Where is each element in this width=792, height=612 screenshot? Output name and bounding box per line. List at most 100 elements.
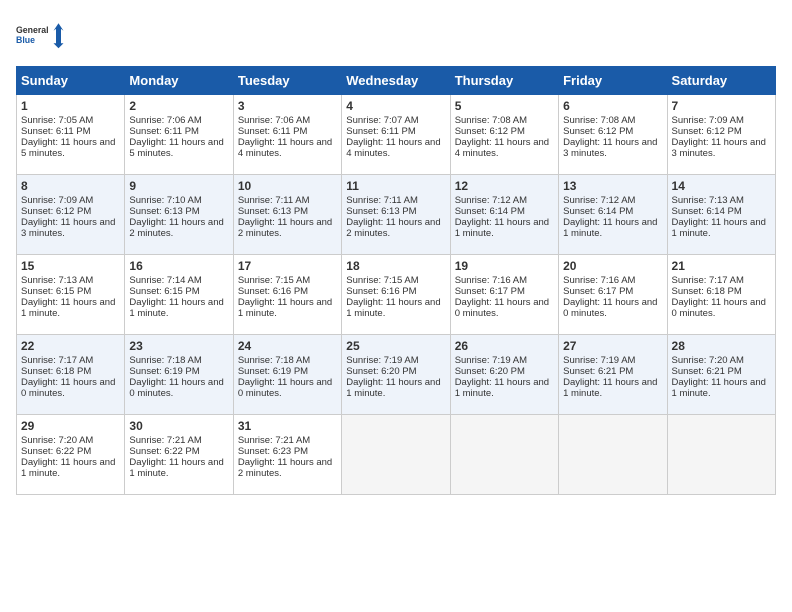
day-cell: 8Sunrise: 7:09 AMSunset: 6:12 PMDaylight… bbox=[17, 175, 125, 255]
daylight: Daylight: 11 hours and 1 minute. bbox=[21, 297, 115, 319]
sunrise: Sunrise: 7:11 AM bbox=[346, 195, 418, 206]
daylight: Daylight: 11 hours and 0 minutes. bbox=[455, 297, 549, 319]
day-number: 3 bbox=[238, 99, 337, 113]
col-header-saturday: Saturday bbox=[667, 67, 775, 95]
sunset: Sunset: 6:22 PM bbox=[21, 446, 91, 457]
daylight: Daylight: 11 hours and 2 minutes. bbox=[238, 457, 332, 479]
day-number: 2 bbox=[129, 99, 228, 113]
day-cell: 27Sunrise: 7:19 AMSunset: 6:21 PMDayligh… bbox=[559, 335, 667, 415]
day-cell: 20Sunrise: 7:16 AMSunset: 6:17 PMDayligh… bbox=[559, 255, 667, 335]
sunset: Sunset: 6:20 PM bbox=[346, 366, 416, 377]
sunset: Sunset: 6:14 PM bbox=[563, 206, 633, 217]
day-cell: 2Sunrise: 7:06 AMSunset: 6:11 PMDaylight… bbox=[125, 95, 233, 175]
sunset: Sunset: 6:20 PM bbox=[455, 366, 525, 377]
sunset: Sunset: 6:11 PM bbox=[238, 126, 308, 137]
day-number: 9 bbox=[129, 179, 228, 193]
daylight: Daylight: 11 hours and 1 minute. bbox=[563, 377, 657, 399]
sunrise: Sunrise: 7:12 AM bbox=[455, 195, 527, 206]
sunset: Sunset: 6:16 PM bbox=[346, 286, 416, 297]
sunrise: Sunrise: 7:07 AM bbox=[346, 115, 418, 126]
daylight: Daylight: 11 hours and 1 minute. bbox=[129, 297, 223, 319]
sunset: Sunset: 6:13 PM bbox=[238, 206, 308, 217]
sunset: Sunset: 6:12 PM bbox=[455, 126, 525, 137]
page-header: General Blue bbox=[16, 16, 776, 56]
day-cell: 4Sunrise: 7:07 AMSunset: 6:11 PMDaylight… bbox=[342, 95, 450, 175]
day-cell: 3 Sunrise: 7:06 AMSunset: 6:11 PMDaylight… bbox=[233, 95, 341, 175]
daylight: Daylight: 11 hours and 1 minute. bbox=[455, 377, 549, 399]
col-header-sunday: Sunday bbox=[17, 67, 125, 95]
daylight: Daylight: 11 hours and 0 minutes. bbox=[563, 297, 657, 319]
day-number: 25 bbox=[346, 339, 445, 353]
daylight: Daylight: 11 hours and 1 minute. bbox=[346, 377, 440, 399]
sunrise: Sunrise: 7:09 AM bbox=[21, 195, 93, 206]
day-number: 23 bbox=[129, 339, 228, 353]
day-number: 13 bbox=[563, 179, 662, 193]
daylight: Daylight: 11 hours and 3 minutes. bbox=[672, 137, 766, 159]
daylight: Daylight: 11 hours and 5 minutes. bbox=[129, 137, 223, 159]
sunset: Sunset: 6:23 PM bbox=[238, 446, 308, 457]
day-number: 20 bbox=[563, 259, 662, 273]
sunrise: Sunrise: 7:13 AM bbox=[672, 195, 744, 206]
sunset: Sunset: 6:13 PM bbox=[129, 206, 199, 217]
day-number: 4 bbox=[346, 99, 445, 113]
week-row-2: 8Sunrise: 7:09 AMSunset: 6:12 PMDaylight… bbox=[17, 175, 776, 255]
day-cell: 14Sunrise: 7:13 AMSunset: 6:14 PMDayligh… bbox=[667, 175, 775, 255]
sunset: Sunset: 6:22 PM bbox=[129, 446, 199, 457]
col-header-thursday: Thursday bbox=[450, 67, 558, 95]
sunrise: Sunrise: 7:06 AM bbox=[238, 115, 310, 126]
sunset: Sunset: 6:12 PM bbox=[21, 206, 91, 217]
daylight: Daylight: 11 hours and 1 minute. bbox=[672, 377, 766, 399]
daylight: Daylight: 11 hours and 4 minutes. bbox=[455, 137, 549, 159]
day-number: 22 bbox=[21, 339, 120, 353]
daylight: Daylight: 11 hours and 1 minute. bbox=[563, 217, 657, 239]
sunset: Sunset: 6:12 PM bbox=[563, 126, 633, 137]
daylight: Daylight: 11 hours and 1 minute. bbox=[346, 297, 440, 319]
daylight: Daylight: 11 hours and 4 minutes. bbox=[346, 137, 440, 159]
day-number: 30 bbox=[129, 419, 228, 433]
sunrise: Sunrise: 7:08 AM bbox=[455, 115, 527, 126]
sunrise: Sunrise: 7:16 AM bbox=[455, 275, 527, 286]
day-cell: 1Sunrise: 7:05 AMSunset: 6:11 PMDaylight… bbox=[17, 95, 125, 175]
col-header-tuesday: Tuesday bbox=[233, 67, 341, 95]
daylight: Daylight: 11 hours and 3 minutes. bbox=[563, 137, 657, 159]
col-header-wednesday: Wednesday bbox=[342, 67, 450, 95]
sunrise: Sunrise: 7:17 AM bbox=[672, 275, 744, 286]
logo: General Blue bbox=[16, 16, 66, 56]
sunset: Sunset: 6:11 PM bbox=[21, 126, 91, 137]
day-number: 19 bbox=[455, 259, 554, 273]
sunrise: Sunrise: 7:19 AM bbox=[563, 355, 635, 366]
sunrise: Sunrise: 7:05 AM bbox=[21, 115, 93, 126]
day-number: 29 bbox=[21, 419, 120, 433]
day-cell: 13 Sunrise: 7:12 AMSunset: 6:14 PMDayligh… bbox=[559, 175, 667, 255]
day-cell: 28Sunrise: 7:20 AMSunset: 6:21 PMDayligh… bbox=[667, 335, 775, 415]
day-number: 7 bbox=[672, 99, 771, 113]
week-row-5: 29Sunrise: 7:20 AMSunset: 6:22 PMDayligh… bbox=[17, 415, 776, 495]
sunrise: Sunrise: 7:21 AM bbox=[238, 435, 310, 446]
daylight: Daylight: 11 hours and 2 minutes. bbox=[238, 217, 332, 239]
day-cell: 18Sunrise: 7:15 AMSunset: 6:16 PMDayligh… bbox=[342, 255, 450, 335]
sunrise: Sunrise: 7:13 AM bbox=[21, 275, 93, 286]
sunset: Sunset: 6:14 PM bbox=[672, 206, 742, 217]
day-cell: 11Sunrise: 7:11 AMSunset: 6:13 PMDayligh… bbox=[342, 175, 450, 255]
sunset: Sunset: 6:13 PM bbox=[346, 206, 416, 217]
day-cell: 29Sunrise: 7:20 AMSunset: 6:22 PMDayligh… bbox=[17, 415, 125, 495]
sunset: Sunset: 6:14 PM bbox=[455, 206, 525, 217]
sunset: Sunset: 6:19 PM bbox=[238, 366, 308, 377]
sunset: Sunset: 6:18 PM bbox=[21, 366, 91, 377]
day-number: 1 bbox=[21, 99, 120, 113]
calendar-table: SundayMondayTuesdayWednesdayThursdayFrid… bbox=[16, 66, 776, 495]
day-cell: 9Sunrise: 7:10 AMSunset: 6:13 PMDaylight… bbox=[125, 175, 233, 255]
week-row-3: 15Sunrise: 7:13 AMSunset: 6:15 PMDayligh… bbox=[17, 255, 776, 335]
sunrise: Sunrise: 7:08 AM bbox=[563, 115, 635, 126]
sunrise: Sunrise: 7:21 AM bbox=[129, 435, 201, 446]
daylight: Daylight: 11 hours and 4 minutes. bbox=[238, 137, 332, 159]
day-number: 14 bbox=[672, 179, 771, 193]
day-number: 6 bbox=[563, 99, 662, 113]
day-cell: 7Sunrise: 7:09 AMSunset: 6:12 PMDaylight… bbox=[667, 95, 775, 175]
day-number: 16 bbox=[129, 259, 228, 273]
daylight: Daylight: 11 hours and 2 minutes. bbox=[129, 217, 223, 239]
svg-text:General: General bbox=[16, 25, 49, 35]
day-cell bbox=[559, 415, 667, 495]
sunrise: Sunrise: 7:12 AM bbox=[563, 195, 635, 206]
day-number: 26 bbox=[455, 339, 554, 353]
